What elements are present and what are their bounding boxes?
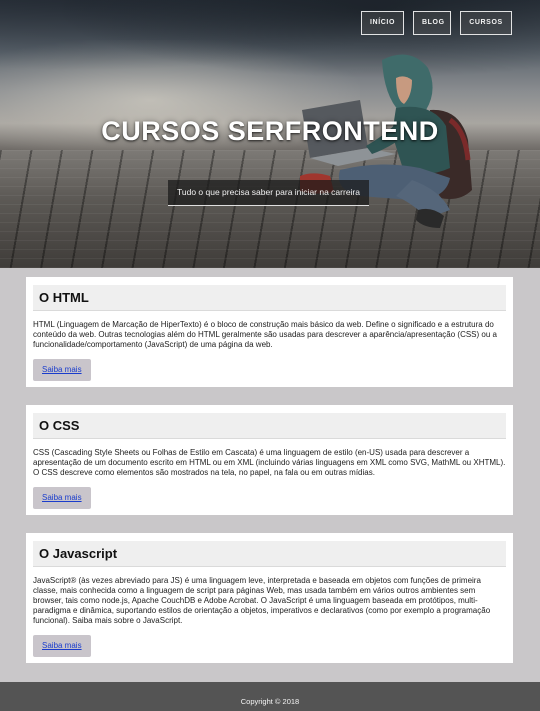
hero-subtitle: Tudo o que precisa saber para iniciar na…	[168, 180, 369, 206]
nav-blog-button[interactable]: BLOG	[413, 11, 451, 35]
card-javascript: O Javascript JavaScript® (às vezes abrev…	[26, 533, 513, 663]
card-text: JavaScript® (às vezes abreviado para JS)…	[33, 576, 491, 625]
top-nav: INÍCIO BLOG CURSOS	[361, 11, 512, 35]
saiba-mais-button-html[interactable]: Saiba mais	[33, 359, 91, 381]
hero-banner: INÍCIO BLOG CURSOS CURSOS SERFRONTEND Tu…	[0, 0, 540, 268]
card-title: O Javascript	[33, 541, 506, 567]
footer: Copyright © 2018	[0, 682, 540, 711]
hero-title: CURSOS SERFRONTEND	[101, 116, 439, 146]
card-title: O CSS	[33, 413, 506, 439]
card-css: O CSS CSS (Cascading Style Sheets ou Fol…	[26, 405, 513, 515]
nav-inicio-button[interactable]: INÍCIO	[361, 11, 404, 35]
card-html: O HTML HTML (Linguagem de Marcação de Hi…	[26, 277, 513, 387]
card-text: CSS (Cascading Style Sheets ou Folhas de…	[33, 448, 506, 477]
saiba-mais-button-css[interactable]: Saiba mais	[33, 487, 91, 509]
card-title: O HTML	[33, 285, 506, 311]
nav-cursos-button[interactable]: CURSOS	[460, 11, 512, 35]
card-text: HTML (Linguagem de Marcação de HiperText…	[33, 320, 497, 349]
saiba-mais-button-javascript[interactable]: Saiba mais	[33, 635, 91, 657]
